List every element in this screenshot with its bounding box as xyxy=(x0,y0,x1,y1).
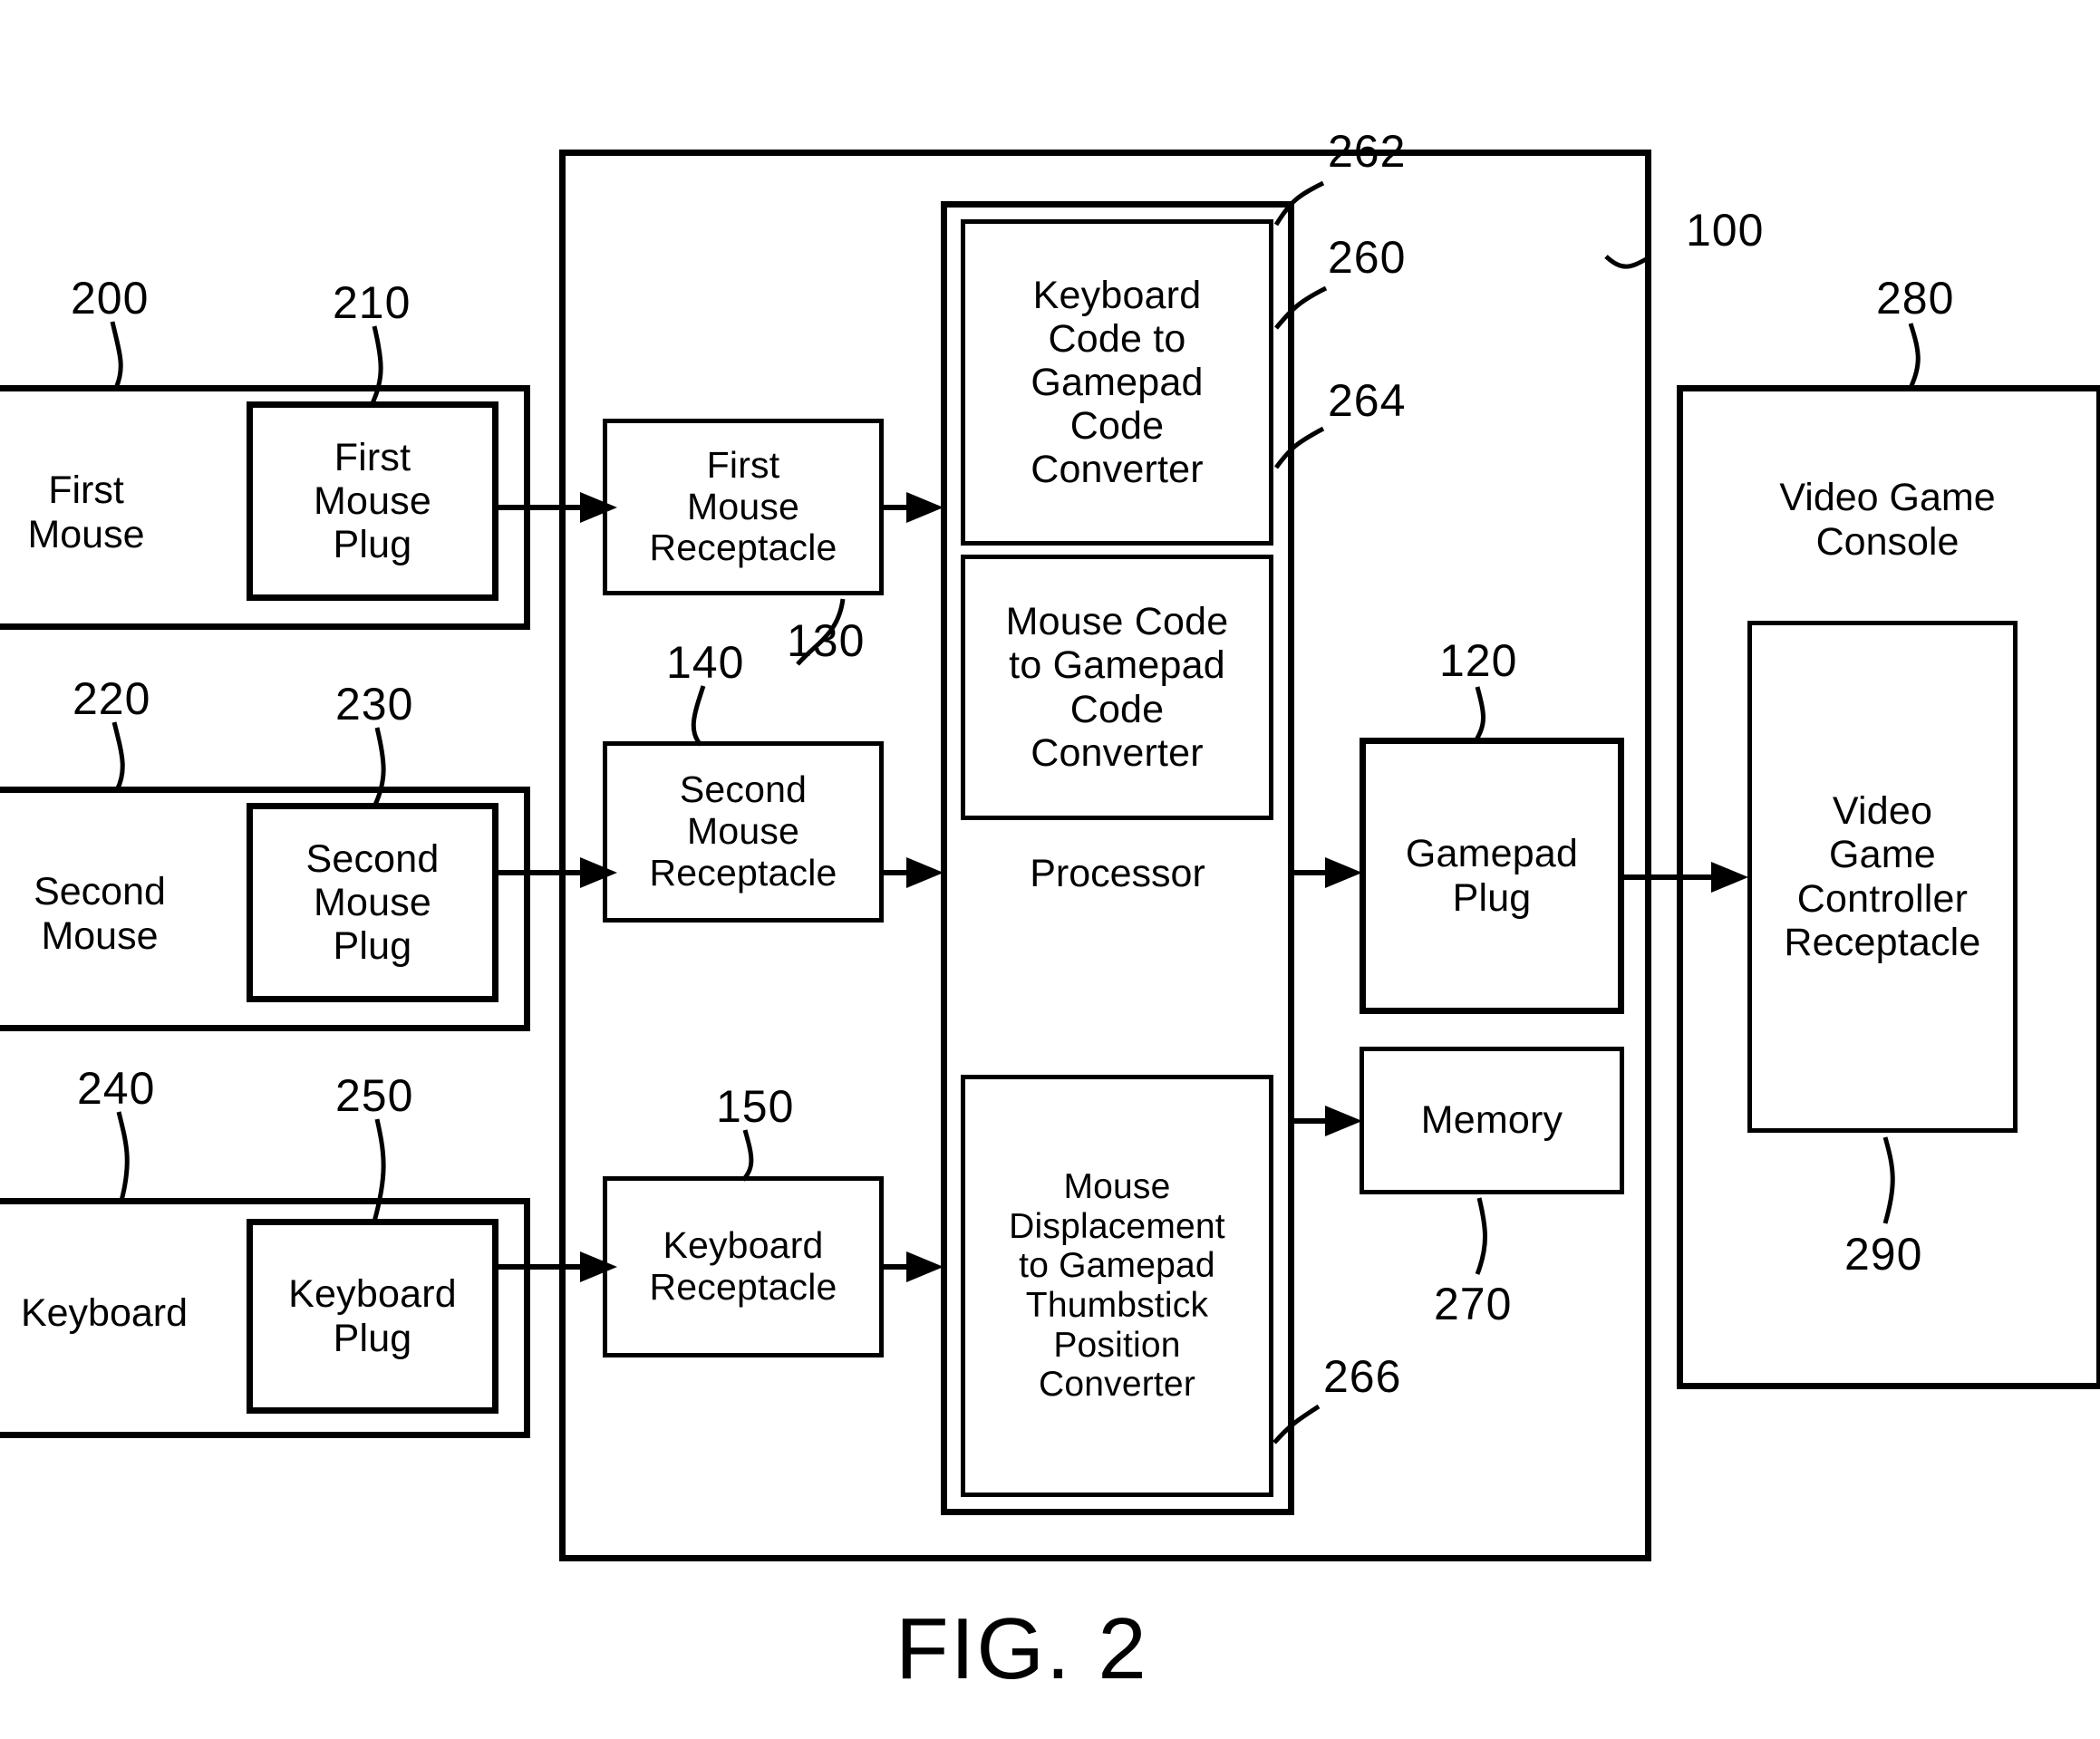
ref-240: 240 xyxy=(77,1063,156,1114)
figure-caption: FIG. 2 xyxy=(895,1600,1148,1697)
keyboard-code-converter-box: Keyboard Code to Gamepad Code Converter xyxy=(961,219,1273,546)
ref-140: 140 xyxy=(666,637,745,688)
gamepad-plug-label: Gamepad Plug xyxy=(1405,832,1579,920)
second-mouse-receptacle-label: Second Mouse Receptacle xyxy=(649,768,837,894)
video-game-controller-receptacle-box: Video Game Controller Receptacle xyxy=(1747,621,2018,1133)
second-mouse-label: Second Mouse xyxy=(34,870,166,959)
ref-280: 280 xyxy=(1876,273,1955,324)
ref-200: 200 xyxy=(71,273,150,324)
first-mouse-label: First Mouse xyxy=(27,469,145,557)
video-game-console-label: Video Game Console xyxy=(1779,476,1996,565)
patent-figure-2: First Mouse First Mouse Plug 200 210 Sec… xyxy=(0,0,2100,1739)
memory-box: Memory xyxy=(1360,1047,1624,1194)
ref-260: 260 xyxy=(1328,232,1407,283)
first-mouse-plug-box: First Mouse Plug xyxy=(247,401,498,601)
processor-label: Processor xyxy=(1030,852,1205,895)
keyboard-plug-box: Keyboard Plug xyxy=(247,1219,498,1414)
ref-250: 250 xyxy=(335,1070,414,1121)
ref-120: 120 xyxy=(1439,635,1518,686)
ref-266: 266 xyxy=(1323,1351,1402,1402)
second-mouse-plug-box: Second Mouse Plug xyxy=(247,803,498,1002)
mouse-displacement-converter-box: Mouse Displacement to Gamepad Thumbstick… xyxy=(961,1075,1273,1497)
ref-220: 220 xyxy=(73,673,151,724)
ref-262: 262 xyxy=(1328,126,1407,177)
keyboard-plug-label: Keyboard Plug xyxy=(288,1272,457,1360)
ref-264: 264 xyxy=(1328,375,1407,426)
ref-270: 270 xyxy=(1434,1279,1513,1329)
ref-100: 100 xyxy=(1686,205,1765,256)
first-mouse-receptacle-box: First Mouse Receptacle xyxy=(603,419,884,595)
first-mouse-receptacle-label: First Mouse Receptacle xyxy=(649,443,837,569)
keyboard-receptacle-label: Keyboard Receptacle xyxy=(649,1224,837,1308)
mouse-code-converter-box: Mouse Code to Gamepad Code Converter xyxy=(961,555,1273,820)
video-game-controller-receptacle-label: Video Game Controller Receptacle xyxy=(1784,789,1981,964)
first-mouse-plug-label: First Mouse Plug xyxy=(313,435,432,567)
ref-230: 230 xyxy=(335,679,414,729)
mouse-displacement-converter-label: Mouse Displacement to Gamepad Thumbstick… xyxy=(1009,1166,1225,1405)
keyboard-label: Keyboard xyxy=(20,1291,189,1335)
ref-210: 210 xyxy=(333,277,411,328)
ref-290: 290 xyxy=(1844,1229,1923,1280)
mouse-code-converter-label: Mouse Code to Gamepad Code Converter xyxy=(1005,600,1229,775)
keyboard-receptacle-box: Keyboard Receptacle xyxy=(603,1176,884,1357)
gamepad-plug-box: Gamepad Plug xyxy=(1360,738,1624,1014)
second-mouse-plug-label: Second Mouse Plug xyxy=(305,836,440,969)
keyboard-code-converter-label: Keyboard Code to Gamepad Code Converter xyxy=(1031,273,1204,492)
ref-130: 130 xyxy=(787,615,866,666)
second-mouse-receptacle-box: Second Mouse Receptacle xyxy=(603,741,884,923)
memory-label: Memory xyxy=(1420,1098,1563,1143)
ref-150: 150 xyxy=(716,1081,795,1132)
